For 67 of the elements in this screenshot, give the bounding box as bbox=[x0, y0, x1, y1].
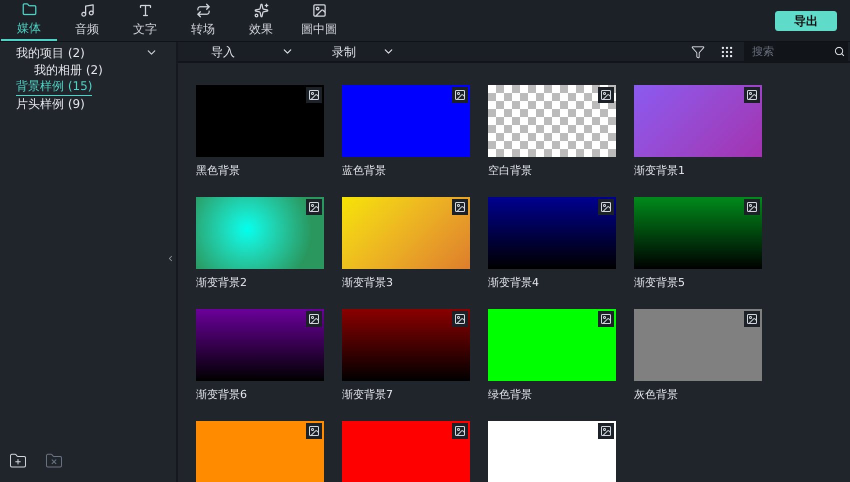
thumbnail-label: 渐变背景5 bbox=[634, 275, 686, 291]
arrows-icon bbox=[196, 3, 210, 18]
text-icon bbox=[138, 3, 152, 18]
new-folder-icon[interactable] bbox=[9, 452, 27, 470]
background-thumbnail[interactable] bbox=[488, 85, 616, 157]
background-thumbnail[interactable] bbox=[196, 85, 324, 157]
dropdown[interactable]: 导入 bbox=[211, 42, 294, 60]
image-icon bbox=[454, 201, 466, 213]
image-icon bbox=[308, 313, 320, 325]
image-icon bbox=[454, 313, 466, 325]
image-icon bbox=[746, 89, 758, 101]
tab[interactable]: 文字 bbox=[117, 0, 173, 41]
search-icon[interactable] bbox=[834, 46, 845, 57]
tab[interactable]: 音频 bbox=[59, 0, 115, 41]
image-icon bbox=[312, 3, 326, 18]
background-thumbnail[interactable] bbox=[634, 85, 762, 157]
tab[interactable]: 效果 bbox=[233, 0, 289, 41]
image-icon bbox=[600, 201, 612, 213]
background-thumbnail[interactable] bbox=[488, 309, 616, 381]
background-thumbnail[interactable] bbox=[196, 197, 324, 269]
sparkle-icon bbox=[254, 3, 268, 18]
search-field[interactable]: 搜索 bbox=[744, 42, 848, 61]
thumbnail-label: 黑色背景 bbox=[196, 163, 241, 179]
thumbnail-label: 渐变背景4 bbox=[488, 275, 540, 291]
background-thumbnail[interactable] bbox=[634, 309, 762, 381]
thumbnail-label: 渐变背景1 bbox=[634, 163, 686, 179]
thumbnail-label: 渐变背景6 bbox=[196, 387, 248, 403]
background-thumbnail[interactable] bbox=[488, 197, 616, 269]
image-icon bbox=[308, 425, 320, 437]
background-thumbnail[interactable] bbox=[634, 197, 762, 269]
dropdown[interactable]: 录制 bbox=[332, 42, 395, 60]
image-icon bbox=[454, 425, 466, 437]
thumbnail-label: 蓝色背景 bbox=[342, 163, 387, 179]
folder-icon bbox=[22, 2, 36, 17]
thumbnail-label: 渐变背景7 bbox=[342, 387, 394, 403]
grid-icon[interactable] bbox=[720, 44, 734, 58]
background-thumbnail[interactable] bbox=[488, 421, 616, 482]
folder-label[interactable]: 片头样例 (9) bbox=[16, 94, 85, 112]
thumbnail-label: 空白背景 bbox=[488, 163, 533, 179]
background-thumbnail[interactable] bbox=[342, 197, 470, 269]
background-thumbnail[interactable] bbox=[196, 309, 324, 381]
background-thumbnail[interactable] bbox=[342, 421, 470, 482]
music-note-icon bbox=[80, 3, 94, 18]
delete-folder-icon[interactable] bbox=[45, 452, 63, 470]
folder-label[interactable]: 背景样例 (15) bbox=[16, 77, 92, 96]
thumbnail-label: 渐变背景2 bbox=[196, 275, 248, 291]
image-icon bbox=[746, 313, 758, 325]
background-thumbnail[interactable] bbox=[196, 421, 324, 482]
image-icon bbox=[454, 89, 466, 101]
image-icon bbox=[308, 201, 320, 213]
thumbnail-label: 渐变背景3 bbox=[342, 275, 394, 291]
thumbnail-label: 灰色背景 bbox=[634, 387, 679, 403]
background-thumbnail[interactable] bbox=[342, 309, 470, 381]
image-icon bbox=[600, 425, 612, 437]
image-icon bbox=[600, 313, 612, 325]
thumbnail-label: 绿色背景 bbox=[488, 387, 533, 403]
export-button[interactable]: 导出 bbox=[775, 10, 837, 30]
folder-label[interactable]: 我的项目 (2) bbox=[16, 44, 85, 62]
image-icon bbox=[746, 201, 758, 213]
background-thumbnail[interactable] bbox=[342, 85, 470, 157]
image-icon bbox=[600, 89, 612, 101]
tab[interactable]: 转场 bbox=[175, 0, 231, 41]
folder-label[interactable]: 我的相册 (2) bbox=[34, 60, 103, 78]
filter-icon[interactable] bbox=[691, 44, 705, 58]
tab[interactable]: 圖中圖 bbox=[291, 0, 347, 41]
image-icon bbox=[308, 89, 320, 101]
collapse-icon[interactable] bbox=[166, 254, 175, 263]
